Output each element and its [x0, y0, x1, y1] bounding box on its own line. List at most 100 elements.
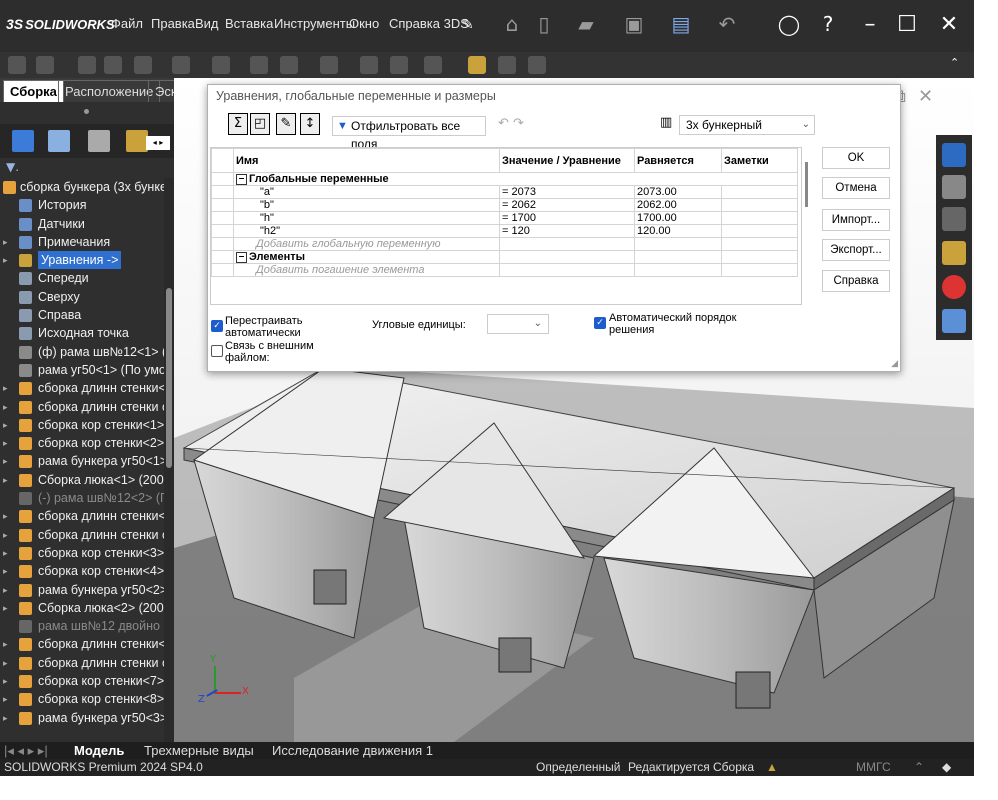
sketch-equation-view-icon[interactable]: ◰	[250, 113, 270, 135]
link-file-checkbox[interactable]	[211, 345, 223, 357]
auto-order-checkbox[interactable]: ✓	[594, 317, 606, 329]
tree-item[interactable]: ▸ сборка кор стенки<7>	[0, 672, 164, 690]
tab-model[interactable]: Модель	[74, 742, 124, 759]
toolbar-tool-icon[interactable]	[36, 56, 54, 74]
expand-arrow-icon[interactable]: ▸	[3, 672, 13, 690]
tree-item[interactable]: ▸ сборка длинн стенки<	[0, 635, 164, 653]
table-row[interactable]: "h" = 1700 1700.00	[211, 211, 798, 225]
tree-item[interactable]: Сверху	[0, 288, 164, 306]
expand-arrow-icon[interactable]: ▸	[3, 709, 13, 727]
tree-item[interactable]: ▸ Сборка люка<1> (200х	[0, 471, 164, 489]
appearances-icon[interactable]	[942, 275, 966, 299]
tree-item[interactable]: Спереди	[0, 269, 164, 287]
filter-icon[interactable]: ▼.	[6, 160, 19, 174]
tree-item[interactable]: Исходная точка	[0, 324, 164, 342]
expand-arrow-icon[interactable]: ▸	[3, 507, 13, 525]
configuration-select[interactable]: 3х бункерный ⌄	[679, 115, 815, 135]
print-icon[interactable]: ▤	[667, 10, 695, 38]
tree-item[interactable]: сборка бункера (3х бункер	[0, 178, 164, 196]
feature-manager-icon[interactable]	[12, 130, 34, 152]
filter-input[interactable]: ▼ Отфильтровать все поля	[332, 116, 486, 151]
expand-arrow-icon[interactable]: ▸	[3, 690, 13, 708]
tab-assembly[interactable]: Сборка	[3, 80, 64, 102]
status-notification-icon[interactable]: ◆	[942, 759, 951, 776]
ordered-view-icon[interactable]: ↕	[300, 113, 320, 135]
toolbar-tool-icon[interactable]	[172, 56, 190, 74]
tree-item[interactable]: ▸ сборка длинн стенки<	[0, 507, 164, 525]
menu-edit[interactable]: Правка	[151, 16, 195, 31]
tree-item[interactable]: ▸ сборка длинн стенки<	[0, 379, 164, 397]
close-document-icon[interactable]: ✕	[918, 86, 933, 107]
expand-arrow-icon[interactable]: ▸	[3, 379, 13, 397]
toolbar-tool-icon[interactable]	[498, 56, 516, 74]
tree-item[interactable]: рама уг50<1> (По умо	[0, 361, 164, 379]
menu-view[interactable]: Вид	[195, 16, 219, 31]
ok-button[interactable]: OK	[822, 147, 890, 169]
help-button[interactable]: Справка	[822, 270, 890, 292]
toolbar-tool-icon[interactable]	[468, 56, 486, 74]
menu-help[interactable]: Справка 3DS	[389, 16, 469, 31]
expand-arrow-icon[interactable]: ▸	[3, 599, 13, 617]
tree-item[interactable]: ▸ рама бункера уг50<2>	[0, 581, 164, 599]
table-scrollbar[interactable]	[804, 147, 812, 305]
status-rebuild-icon[interactable]: ▲	[766, 759, 778, 776]
expand-arrow-icon[interactable]: ▸	[3, 581, 13, 599]
tree-item[interactable]: ▸ рама бункера уг50<3>	[0, 709, 164, 727]
custom-properties-icon[interactable]	[942, 309, 966, 333]
account-icon[interactable]: ◯	[775, 10, 803, 38]
help-icon[interactable]: ?	[814, 10, 842, 38]
toolbar-tool-icon[interactable]	[528, 56, 546, 74]
status-units[interactable]: ММГС	[856, 759, 891, 776]
expand-arrow-icon[interactable]: ▸	[3, 398, 13, 416]
add-feature-row[interactable]: Добавить погашение элемента	[211, 263, 798, 277]
tree-item[interactable]: ▸ сборка кор стенки<2>	[0, 434, 164, 452]
table-row[interactable]: "b" = 2062 2062.00	[211, 198, 798, 212]
tree-item[interactable]: рама шв№12 двойно	[0, 617, 164, 635]
file-explorer-icon[interactable]	[942, 207, 966, 231]
tree-item[interactable]: История	[0, 196, 164, 214]
menu-insert[interactable]: Вставка	[225, 16, 273, 31]
equation-view-icon[interactable]: Σ	[228, 113, 248, 135]
expand-arrow-icon[interactable]: ▸	[3, 526, 13, 544]
view-palette-icon[interactable]	[942, 241, 966, 265]
import-button[interactable]: Импорт...	[822, 209, 890, 231]
menu-file[interactable]: Файл	[111, 16, 143, 31]
cancel-button[interactable]: Отмена	[822, 177, 890, 199]
rebuild-auto-checkbox[interactable]: ✓	[211, 320, 223, 332]
toolbar-tool-icon[interactable]	[104, 56, 122, 74]
tree-item[interactable]: ▸ сборка кор стенки<1>	[0, 416, 164, 434]
tree-item[interactable]: ▸ рама бункера уг50<1>	[0, 452, 164, 470]
toolbar-tool-icon[interactable]	[78, 56, 96, 74]
tree-item[interactable]: Справа	[0, 306, 164, 324]
undo-icon[interactable]: ↶	[713, 10, 741, 38]
toolbar-tool-icon[interactable]	[212, 56, 230, 74]
tree-item[interactable]: ▸ сборка длинн стенки с	[0, 526, 164, 544]
save-icon[interactable]: ▣	[620, 10, 648, 38]
toolbar-tool-icon[interactable]	[250, 56, 268, 74]
tab-nav-arrows-icon[interactable]: |◂ ◂ ▸ ▸|	[4, 742, 48, 759]
expand-arrow-icon[interactable]: ▸	[3, 416, 13, 434]
toolbar-tool-icon[interactable]	[8, 56, 26, 74]
menu-tools[interactable]: Инструменты	[274, 16, 355, 31]
tab-scroll-arrows-icon[interactable]: ◂ ▸	[146, 136, 170, 150]
tree-scrollbar[interactable]	[164, 178, 174, 742]
collapse-icon[interactable]: –	[236, 252, 247, 263]
export-button[interactable]: Экспорт...	[822, 239, 890, 261]
group-row[interactable]: – Глобальные переменные	[211, 172, 798, 186]
expand-arrow-icon[interactable]: ▸	[3, 471, 13, 489]
tree-item[interactable]: (-) рама шв№12<2> (П	[0, 489, 164, 507]
table-row[interactable]: "a" = 2073 2073.00	[211, 185, 798, 199]
expand-arrow-icon[interactable]: ▸	[3, 251, 13, 269]
panel-grip-icon[interactable]	[84, 109, 89, 114]
toolbar-tool-icon[interactable]	[280, 56, 298, 74]
toolbar-tool-icon[interactable]	[320, 56, 338, 74]
property-manager-icon[interactable]	[48, 130, 70, 152]
pin-icon[interactable]: ✎	[462, 16, 474, 33]
expand-arrow-icon[interactable]: ▸	[3, 452, 13, 470]
dimension-view-icon[interactable]: ✎	[276, 113, 296, 135]
table-row[interactable]: "h2" = 120 120.00	[211, 224, 798, 238]
tree-item[interactable]: ▸ сборка длинн стенки с	[0, 398, 164, 416]
dimxpert-icon[interactable]	[126, 130, 148, 152]
angle-units-select[interactable]: ⌄	[487, 314, 549, 334]
minimize-icon[interactable]: –	[853, 8, 887, 42]
